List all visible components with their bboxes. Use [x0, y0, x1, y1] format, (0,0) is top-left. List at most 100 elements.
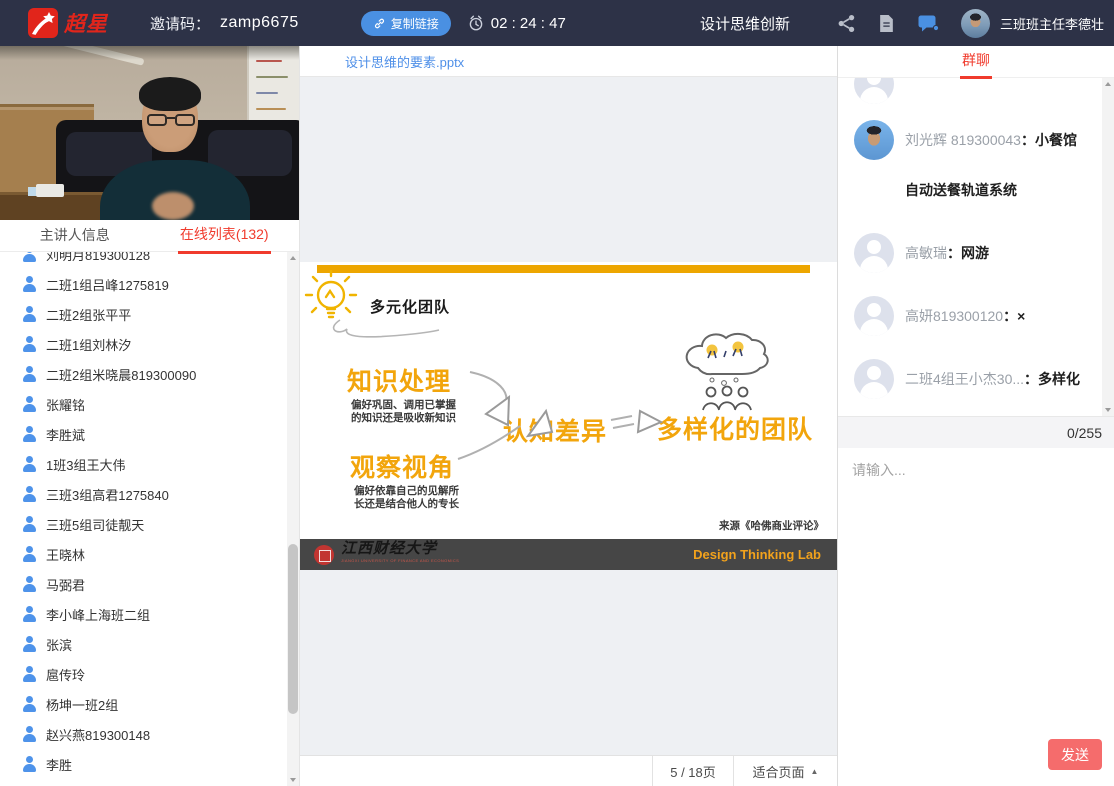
user-icon: [22, 306, 37, 322]
lab-name: Design Thinking Lab: [693, 547, 821, 562]
sender-name: 二班4组王小杰30...: [905, 371, 1024, 387]
sender-name: 高敏瑞: [905, 245, 947, 261]
member-list-item[interactable]: 刘明月819300128: [22, 252, 299, 269]
sketch-arrows: [300, 262, 837, 570]
scrollbar-thumb[interactable]: [288, 544, 298, 714]
member-list-item[interactable]: 李胜斌: [22, 419, 299, 449]
chat-tab-group: 群聊: [960, 45, 992, 79]
message-text: 小餐馆: [1035, 132, 1077, 148]
slide-canvas: 多元化团队 知识处理 偏好巩固、调用已掌握 的知识: [300, 262, 837, 570]
member-list-item[interactable]: 张耀铭: [22, 389, 299, 419]
message-text: 多样化: [1038, 371, 1080, 387]
topbar: 超星 邀请码： zamp6675 复制链接 02 : 24 : 47 设计思维创…: [0, 0, 1114, 46]
user-icon: [22, 252, 37, 262]
member-list-scrollbar[interactable]: [287, 252, 299, 786]
user-icon: [22, 426, 37, 442]
member-list-item[interactable]: 二班2组张平平: [22, 299, 299, 329]
user-icon: [22, 756, 37, 772]
chat-input[interactable]: [838, 448, 1114, 538]
page-indicator: 5 / 18页: [652, 756, 733, 786]
user-icon: [22, 546, 37, 562]
member-list-item[interactable]: 李小峰上海班二组: [22, 599, 299, 629]
member-list-item[interactable]: 三班3组高君1275840: [22, 479, 299, 509]
sender-name: 高妍819300120: [905, 308, 1003, 324]
member-list-item[interactable]: 二班1组吕峰1275819: [22, 269, 299, 299]
live-class-window: 超星 邀请码： zamp6675 复制链接 02 : 24 : 47 设计思维创…: [0, 0, 1114, 786]
member-list-item[interactable]: 1班3组王大伟: [22, 449, 299, 479]
member-list-item[interactable]: 扈传玲: [22, 659, 299, 689]
document-tab[interactable]: 设计思维的要素.pptx: [345, 52, 464, 71]
user-icon: [22, 276, 37, 292]
presenter-hand: [152, 192, 194, 220]
class-timer: 02 : 24 : 47: [467, 14, 566, 32]
caret-up-icon: ▲: [811, 767, 819, 776]
slide-viewport: 多元化团队 知识处理 偏好巩固、调用已掌握 的知识: [300, 77, 837, 755]
user-icon: [22, 396, 37, 412]
scroll-down-arrow-icon[interactable]: [287, 774, 299, 786]
chat-message: 二班4组王小杰30...：多样化 可以是文化，背景和知识结构 不一样。: [854, 359, 1096, 416]
scroll-up-arrow-icon[interactable]: [1102, 78, 1114, 90]
copy-link-button[interactable]: 复制链接: [361, 11, 451, 36]
avatar: [854, 359, 894, 399]
member-list-item[interactable]: 马弼君: [22, 569, 299, 599]
user-icon: [22, 366, 37, 382]
member-list-item[interactable]: 二班1组刘林汐: [22, 329, 299, 359]
university-name-en: JIANGXI UNIVERSITY OF FINANCE AND ECONOM…: [341, 555, 459, 566]
user-icon: [22, 666, 37, 682]
tissue-box: [36, 184, 64, 197]
fit-mode-dropdown[interactable]: 适合页面 ▲: [733, 756, 837, 786]
member-list-item[interactable]: 李胜: [22, 749, 299, 779]
viewer-controls: 5 / 18页 适合页面 ▲: [300, 755, 837, 786]
slide-footer: 江西财经大学 JIANGXI UNIVERSITY OF FINANCE AND…: [300, 539, 837, 570]
message-text: ×: [1017, 308, 1025, 324]
avatar: [854, 120, 894, 160]
avatar: [854, 233, 894, 273]
chat-messages: 刘光辉 819300043：小餐馆 自动送餐轨道系统 高敏瑞：网游 高妍8193…: [838, 78, 1114, 416]
left-tabs: 主讲人信息 在线列表(132): [0, 220, 299, 252]
link-icon: [373, 17, 386, 30]
user-icon: [22, 576, 37, 592]
avatar: [854, 296, 894, 336]
user-avatar[interactable]: [961, 9, 990, 38]
alarm-clock-icon: [467, 14, 485, 32]
document-icon[interactable]: [878, 14, 895, 33]
message-text: 网游: [961, 245, 989, 261]
left-panel: 主讲人信息 在线列表(132) 刘明月819300128 二班1组吕峰12758…: [0, 46, 300, 786]
chaoxing-logo-text: 超星: [64, 8, 108, 38]
user-icon: [22, 456, 37, 472]
timer-value: 02 : 24 : 47: [491, 15, 566, 32]
member-list-item[interactable]: 二班2组米晓晨819300090: [22, 359, 299, 389]
sender-name: 刘光辉 819300043: [905, 132, 1021, 148]
user-icon: [22, 636, 37, 652]
user-icon: [22, 516, 37, 532]
char-count: 0/255: [838, 416, 1114, 448]
chat-panel: 群聊 刘光辉 819300043：小餐馆 自动送餐轨道系统 高敏瑞：网游: [837, 46, 1114, 786]
member-list-item[interactable]: 赵兴燕819300148: [22, 719, 299, 749]
scroll-up-arrow-icon[interactable]: [287, 252, 299, 264]
chat-message: 高妍819300120：×: [854, 296, 1096, 341]
member-list-item[interactable]: 张滨: [22, 629, 299, 659]
presenter-video[interactable]: [0, 46, 299, 220]
user-icon: [22, 696, 37, 712]
chat-scrollbar[interactable]: [1102, 78, 1114, 416]
send-button[interactable]: 发送: [1048, 739, 1102, 770]
user-icon: [22, 486, 37, 502]
user-icon: [22, 336, 37, 352]
chat-header: 群聊: [838, 46, 1114, 78]
user-icon: [22, 606, 37, 622]
university-name: 江西财经大学: [341, 544, 459, 555]
university-seal-icon: [314, 545, 334, 565]
chat-bubble-icon[interactable]: [917, 13, 939, 33]
document-tabbar: 设计思维的要素.pptx: [300, 46, 837, 77]
member-list-item[interactable]: 王晓林: [22, 539, 299, 569]
member-list-item[interactable]: 三班5组司徒靓天: [22, 509, 299, 539]
user-icon: [22, 726, 37, 742]
tab-presenter-info[interactable]: 主讲人信息: [0, 220, 150, 251]
member-list-item[interactable]: 赵紫韵: [22, 779, 299, 786]
user-name: 三班班主任李德壮: [1000, 14, 1104, 33]
share-icon[interactable]: [837, 14, 856, 33]
tab-online-list[interactable]: 在线列表(132): [150, 220, 300, 251]
avatar: [854, 78, 894, 104]
scroll-down-arrow-icon[interactable]: [1102, 404, 1114, 416]
member-list-item[interactable]: 杨坤一班2组: [22, 689, 299, 719]
